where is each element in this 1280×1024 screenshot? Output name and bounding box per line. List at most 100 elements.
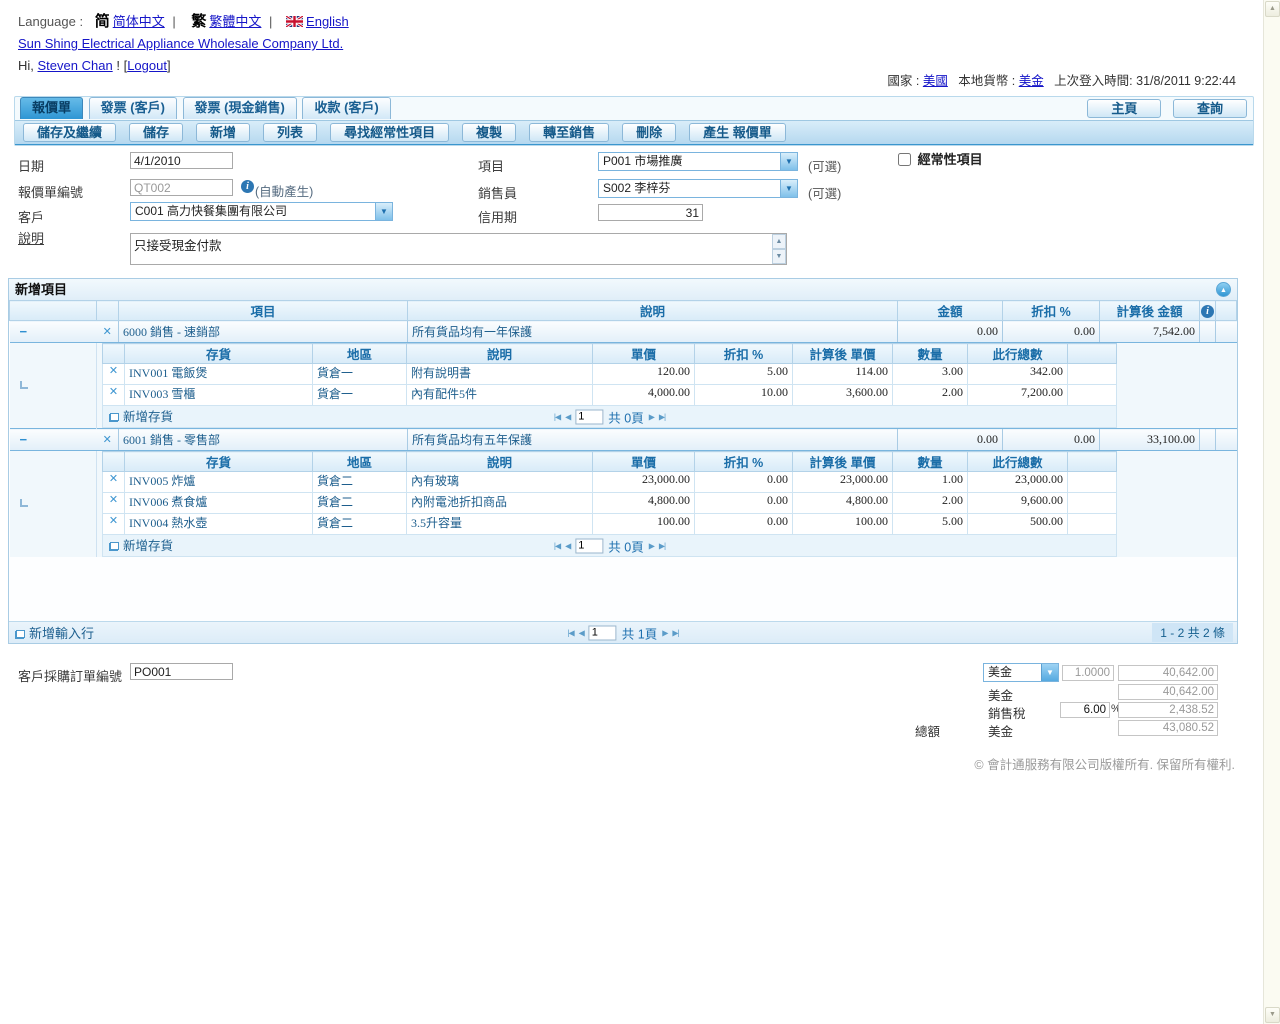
collapse-panel-icon[interactable]: ▲ [1216, 282, 1231, 297]
delete-stock-icon[interactable]: ✕ [103, 514, 124, 527]
stock-price[interactable]: 4,800.00 [593, 493, 695, 514]
stock-price[interactable]: 120.00 [593, 364, 695, 385]
stock-qty[interactable]: 2.00 [893, 385, 968, 406]
collapse-group-icon[interactable]: − [10, 324, 28, 339]
delete-stock-icon[interactable]: ✕ [103, 364, 124, 377]
stock-discount[interactable]: 10.00 [695, 385, 793, 406]
lang-english-link[interactable]: English [306, 14, 349, 29]
collapse-group-icon[interactable]: − [10, 432, 28, 447]
stock-price[interactable]: 4,000.00 [593, 385, 695, 406]
tab-invoice-customer[interactable]: 發票 (客戶) [89, 97, 177, 119]
stock-discount[interactable]: 0.00 [695, 472, 793, 493]
user-link[interactable]: Steven Chan [38, 58, 113, 73]
stock-code[interactable]: INV004 熱水壺 [125, 514, 313, 535]
chevron-down-icon[interactable]: ▼ [1041, 664, 1058, 681]
date-input[interactable] [130, 152, 233, 169]
query-button[interactable]: 查詢 [1173, 99, 1247, 118]
logout-link[interactable]: Logout [127, 58, 167, 73]
stock-discount[interactable]: 0.00 [695, 514, 793, 535]
group-desc[interactable]: 所有貨品均有五年保護 [408, 429, 898, 451]
country-link[interactable]: 美國 [923, 74, 948, 88]
stock-qty[interactable]: 2.00 [893, 493, 968, 514]
description-link[interactable]: 說明 [18, 228, 44, 247]
next-page-icon[interactable]: ▶ [649, 412, 654, 421]
stock-desc[interactable]: 內附電池折扣商品 [407, 493, 593, 514]
chevron-down-icon[interactable]: ▼ [375, 203, 392, 220]
stock-desc[interactable]: 內有玻璃 [407, 472, 593, 493]
delete-group-icon[interactable]: ✕ [97, 325, 119, 338]
credit-input[interactable] [598, 204, 703, 221]
stock-code[interactable]: INV003 雪櫃 [125, 385, 313, 406]
tab-receipt-customer[interactable]: 收款 (客戶) [302, 97, 390, 119]
stock-code[interactable]: INV001 電飯煲 [125, 364, 313, 385]
stock-area[interactable]: 貨倉一 [313, 364, 407, 385]
delete-stock-icon[interactable]: ✕ [103, 385, 124, 398]
stock-desc[interactable]: 3.5升容量 [407, 514, 593, 535]
delete-button[interactable]: 刪除 [622, 123, 676, 142]
scroll-down-icon[interactable]: ▼ [1265, 1007, 1280, 1023]
stock-discount[interactable]: 0.00 [695, 493, 793, 514]
page-input[interactable] [575, 538, 603, 553]
stock-price[interactable]: 23,000.00 [593, 472, 695, 493]
scroll-down-icon[interactable]: ▼ [772, 249, 786, 264]
group-item[interactable]: 6000 銷售 - 速銷部 [119, 321, 408, 343]
stock-area[interactable]: 貨倉一 [313, 385, 407, 406]
stock-discount[interactable]: 5.00 [695, 364, 793, 385]
chevron-down-icon[interactable]: ▼ [780, 153, 797, 170]
first-page-icon[interactable]: |◀ [554, 541, 560, 550]
tab-quotation[interactable]: 報價單 [20, 97, 83, 119]
add-stock-link[interactable]: 新增存貨 [103, 539, 173, 553]
stock-qty[interactable]: 3.00 [893, 364, 968, 385]
stock-qty[interactable]: 5.00 [893, 514, 968, 535]
to-sales-button[interactable]: 轉至銷售 [529, 123, 609, 142]
currency-select[interactable]: 美金 ▼ [983, 663, 1059, 682]
generate-quote-button[interactable]: 產生 報價單 [689, 123, 786, 142]
stock-desc[interactable]: 附有說明書 [407, 364, 593, 385]
copy-button[interactable]: 複製 [462, 123, 516, 142]
prev-page-icon[interactable]: ◀ [565, 541, 570, 550]
list-button[interactable]: 列表 [263, 123, 317, 142]
vertical-scrollbar[interactable]: ▲ ▼ [1263, 0, 1280, 1024]
stock-price[interactable]: 100.00 [593, 514, 695, 535]
prev-page-icon[interactable]: ◀ [565, 412, 570, 421]
add-stock-link[interactable]: 新增存貨 [103, 410, 173, 424]
next-page-icon[interactable]: ▶ [662, 628, 667, 637]
lang-simplified-link[interactable]: 简体中文 [113, 14, 165, 29]
stock-area[interactable]: 貨倉二 [313, 514, 407, 535]
chevron-down-icon[interactable]: ▼ [780, 180, 797, 197]
last-page-icon[interactable]: ▶| [659, 412, 665, 421]
next-page-icon[interactable]: ▶ [649, 541, 654, 550]
stock-area[interactable]: 貨倉二 [313, 493, 407, 514]
group-item[interactable]: 6001 銷售 - 零售部 [119, 429, 408, 451]
first-page-icon[interactable]: |◀ [554, 412, 560, 421]
stock-code[interactable]: INV005 炸爐 [125, 472, 313, 493]
prev-page-icon[interactable]: ◀ [579, 628, 584, 637]
stock-code[interactable]: INV006 煮食爐 [125, 493, 313, 514]
stock-desc[interactable]: 內有配件5件 [407, 385, 593, 406]
first-page-icon[interactable]: |◀ [567, 628, 573, 637]
last-page-icon[interactable]: ▶| [659, 541, 665, 550]
delete-stock-icon[interactable]: ✕ [103, 493, 124, 506]
scroll-up-icon[interactable]: ▲ [1265, 1, 1280, 17]
customer-select[interactable]: C001 高力快餐集團有限公司 ▼ [130, 202, 393, 221]
recurring-checkbox[interactable] [898, 153, 911, 166]
page-input[interactable] [575, 409, 603, 424]
local-currency-link[interactable]: 美金 [1019, 74, 1044, 88]
save-button[interactable]: 儲存 [129, 123, 183, 142]
save-continue-button[interactable]: 儲存及繼續 [23, 123, 116, 142]
company-link[interactable]: Sun Shing Electrical Appliance Wholesale… [18, 36, 343, 51]
salesman-select[interactable]: S002 李梓芬 ▼ [598, 179, 798, 198]
new-button[interactable]: 新增 [196, 123, 250, 142]
home-button[interactable]: 主頁 [1087, 99, 1161, 118]
last-page-icon[interactable]: ▶| [672, 628, 678, 637]
tab-invoice-cash[interactable]: 發票 (現金銷售) [183, 97, 297, 119]
delete-group-icon[interactable]: ✕ [97, 433, 119, 446]
lang-traditional-link[interactable]: 繁體中文 [209, 14, 261, 29]
project-select[interactable]: P001 市場推廣 ▼ [598, 152, 798, 171]
add-entry-row-link[interactable]: 新增輸入行 [9, 623, 94, 642]
group-desc[interactable]: 所有貨品均有一年保護 [408, 321, 898, 343]
find-recurring-button[interactable]: 尋找經常性項目 [330, 123, 449, 142]
stock-area[interactable]: 貨倉二 [313, 472, 407, 493]
scroll-up-icon[interactable]: ▲ [772, 234, 786, 249]
sales-tax-rate-input[interactable] [1060, 702, 1110, 718]
